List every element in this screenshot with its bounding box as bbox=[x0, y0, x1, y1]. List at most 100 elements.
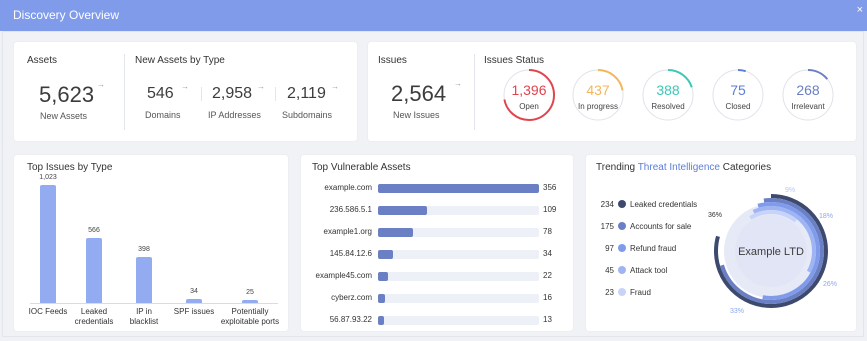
domains-value[interactable]: 546 bbox=[147, 85, 174, 103]
domains-arrow-icon: → bbox=[181, 82, 189, 91]
asset-label[interactable]: 145.84.12.6 bbox=[292, 249, 372, 258]
assets-value[interactable]: 5,623 bbox=[39, 82, 94, 108]
trending-card: Trending Threat Intelligence Categories … bbox=[586, 155, 856, 331]
asset-bar[interactable] bbox=[378, 184, 539, 193]
legend-swatch bbox=[618, 244, 626, 253]
status-ring-open[interactable]: 1,396 Open bbox=[502, 68, 556, 122]
subdomains-label: Subdomains bbox=[282, 110, 333, 120]
status-ring-resolved[interactable]: 388 Resolved bbox=[641, 68, 695, 122]
ip-addresses-arrow-icon: → bbox=[257, 82, 265, 91]
asset-value: 34 bbox=[543, 249, 552, 258]
asset-label[interactable]: example45.com bbox=[292, 271, 372, 280]
status-value-closed: 75 bbox=[730, 82, 746, 98]
status-label-resolved: Resolved bbox=[651, 102, 685, 111]
divider bbox=[275, 87, 276, 101]
bar-2[interactable] bbox=[136, 257, 152, 303]
asset-value: 356 bbox=[543, 183, 557, 192]
status-value-resolved: 388 bbox=[656, 82, 680, 98]
bar-1[interactable] bbox=[86, 237, 102, 303]
legend-swatch bbox=[618, 200, 626, 209]
bar-value-label: 25 bbox=[246, 289, 254, 297]
divider bbox=[124, 54, 125, 130]
legend-item[interactable]: 45 Attack tool bbox=[596, 266, 667, 275]
legend-value: 175 bbox=[600, 222, 614, 231]
asset-value: 22 bbox=[543, 271, 552, 280]
window-title: Discovery Overview bbox=[13, 8, 120, 22]
top-issues-card: Top Issues by Type 1,023 IOC Feeds 566 Leak… bbox=[14, 155, 288, 331]
asset-value: 78 bbox=[543, 227, 552, 236]
legend-label: Accounts for sale bbox=[630, 222, 692, 231]
asset-bar[interactable] bbox=[378, 294, 386, 303]
percent-label: 9% bbox=[785, 187, 796, 194]
status-label-irrelevant: Irrelevant bbox=[791, 102, 825, 111]
trending-title: Trending Threat Intelligence Categories bbox=[596, 162, 771, 173]
bar-0[interactable] bbox=[40, 185, 56, 303]
issues-card: Issues 2,564 → New Issues Issues Status … bbox=[368, 42, 856, 141]
domains-label: Domains bbox=[145, 110, 181, 120]
status-label-open: Open bbox=[519, 102, 539, 111]
legend-value: 23 bbox=[605, 288, 614, 297]
issues-arrow-icon: → bbox=[454, 79, 462, 88]
asset-label[interactable]: example1.org bbox=[292, 227, 372, 236]
asset-bar[interactable] bbox=[378, 228, 414, 237]
legend-value: 234 bbox=[600, 200, 614, 209]
status-ring-closed[interactable]: 75 Closed bbox=[711, 68, 765, 122]
legend-value: 45 bbox=[605, 266, 614, 275]
asset-value: 13 bbox=[543, 315, 552, 324]
asset-bar[interactable] bbox=[378, 250, 394, 259]
bar-category-label: Potentially exploitable ports bbox=[220, 307, 280, 326]
asset-label[interactable]: example.com bbox=[292, 183, 372, 192]
issues-title: Issues bbox=[378, 55, 407, 66]
divider bbox=[474, 54, 475, 130]
bar-value-label: 566 bbox=[88, 226, 100, 234]
percent-label: 33% bbox=[730, 308, 745, 315]
subdomains-arrow-icon: → bbox=[331, 82, 339, 91]
legend-swatch bbox=[618, 288, 626, 297]
legend-swatch bbox=[618, 266, 626, 275]
vulnerable-assets-card: Top Vulnerable Assets example.com 356 236.… bbox=[301, 155, 573, 331]
issues-status-title: Issues Status bbox=[484, 55, 545, 66]
bar-track bbox=[378, 316, 539, 325]
bar-track bbox=[378, 250, 539, 259]
bar-value-label: 398 bbox=[138, 246, 150, 254]
status-value-open: 1,396 bbox=[511, 82, 547, 98]
legend-item[interactable]: 234 Leaked credentials bbox=[596, 200, 698, 209]
legend-label: Refund fraud bbox=[630, 244, 677, 253]
percent-label: 18% bbox=[819, 213, 834, 220]
legend-item[interactable]: 23 Fraud bbox=[596, 288, 651, 297]
status-ring-irrelevant[interactable]: 268 Irrelevant bbox=[781, 68, 835, 122]
close-icon[interactable]: × bbox=[857, 4, 863, 16]
issues-value[interactable]: 2,564 bbox=[391, 81, 446, 107]
status-ring-in-progress[interactable]: 437 In progress bbox=[571, 68, 625, 122]
asset-value: 109 bbox=[543, 205, 557, 214]
trending-donut: Example LTD bbox=[714, 194, 828, 308]
asset-bar[interactable] bbox=[378, 316, 384, 325]
asset-label[interactable]: 56.87.93.22 bbox=[292, 315, 372, 324]
subdomains-value[interactable]: 2,119 bbox=[287, 85, 326, 103]
assets-title: Assets bbox=[27, 55, 58, 66]
bar-value-label: 1,023 bbox=[39, 174, 57, 181]
ip-addresses-value[interactable]: 2,958 bbox=[212, 85, 252, 103]
x-axis-line bbox=[30, 303, 278, 304]
top-issues-title: Top Issues by Type bbox=[27, 162, 113, 173]
asset-label[interactable]: cyberz.com bbox=[292, 293, 372, 302]
legend-label: Attack tool bbox=[630, 266, 668, 275]
bar-track bbox=[378, 294, 539, 303]
percent-label: 26% bbox=[823, 281, 838, 288]
window-titlebar: Discovery Overview × bbox=[0, 0, 867, 31]
asset-bar[interactable] bbox=[378, 206, 428, 215]
legend-item[interactable]: 97 Refund fraud bbox=[596, 244, 676, 253]
asset-label[interactable]: 236.586.5.1 bbox=[292, 205, 372, 214]
status-value-irrelevant: 268 bbox=[796, 82, 820, 98]
status-label-closed: Closed bbox=[725, 102, 751, 111]
threat-intelligence-link[interactable]: Threat Intelligence bbox=[638, 162, 720, 173]
legend-value: 97 bbox=[605, 244, 614, 253]
ip-addresses-label: IP Addresses bbox=[208, 110, 261, 120]
trending-title-post: Categories bbox=[719, 162, 772, 173]
assets-card: Assets 5,623 → New Assets New Assets by … bbox=[14, 42, 357, 141]
dashboard-content: Assets 5,623 → New Assets New Assets by … bbox=[2, 31, 864, 337]
legend-label: Leaked credentials bbox=[630, 200, 698, 209]
issues-label: New Issues bbox=[393, 110, 440, 120]
legend-item[interactable]: 175 Accounts for sale bbox=[596, 222, 692, 231]
asset-bar[interactable] bbox=[378, 272, 388, 281]
